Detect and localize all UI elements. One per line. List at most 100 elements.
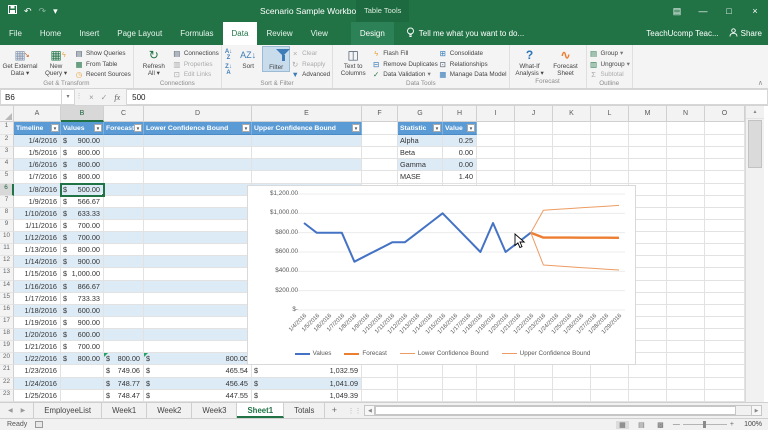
cell-D4[interactable] xyxy=(144,159,252,171)
cell-B17[interactable]: $900.00 xyxy=(61,317,104,329)
legend-item[interactable]: Values xyxy=(295,350,332,357)
sort-ascending-icon[interactable]: A↓Z xyxy=(225,49,232,61)
cell-E22[interactable]: $1,041.09 xyxy=(252,378,362,390)
add-sheet-button[interactable]: + xyxy=(325,403,343,418)
cell-O20[interactable] xyxy=(705,353,745,365)
cell-N15[interactable] xyxy=(667,293,705,305)
horizontal-scrollbar[interactable]: ⋮⋮ ◀ ▶ xyxy=(347,405,762,416)
cell-K1[interactable] xyxy=(553,122,591,135)
tab-insert[interactable]: Insert xyxy=(70,22,108,45)
vertical-scroll-thumb[interactable] xyxy=(748,120,762,168)
cell-N17[interactable] xyxy=(667,317,705,329)
cell-A5[interactable]: 1/7/2016 xyxy=(14,171,61,183)
relationships-button[interactable]: ⊡Relationships xyxy=(438,60,507,69)
cell-B19[interactable]: $700.00 xyxy=(61,341,104,353)
cell-A22[interactable]: 1/24/2016 xyxy=(14,378,61,390)
cell-E1[interactable]: Upper Confidence Bound▼ xyxy=(252,122,362,135)
cell-C10[interactable] xyxy=(104,232,144,244)
column-header-A[interactable]: A xyxy=(14,106,61,122)
connections-button[interactable]: ▤Connections xyxy=(172,49,219,58)
sheet-tab-totals[interactable]: Totals xyxy=(284,403,325,418)
text-to-columns-button[interactable]: ◫ Text toColumns xyxy=(335,46,371,77)
tell-me-box[interactable]: Tell me what you want to do... xyxy=(406,22,524,45)
cell-B13[interactable]: $1,000.00 xyxy=(61,268,104,280)
cell-L22[interactable] xyxy=(591,378,629,390)
zoom-level[interactable]: 100% xyxy=(740,421,762,428)
series-values[interactable] xyxy=(304,213,531,261)
filter-dropdown-icon[interactable]: ▼ xyxy=(467,124,475,132)
row-header-5[interactable]: 5 xyxy=(0,171,14,183)
filter-dropdown-icon[interactable]: ▼ xyxy=(433,124,441,132)
enter-icon[interactable]: ✓ xyxy=(101,93,108,102)
cell-G1[interactable]: Statistic▼ xyxy=(398,122,443,135)
filter-dropdown-icon[interactable]: ▼ xyxy=(51,124,59,132)
tab-review[interactable]: Review xyxy=(257,22,301,45)
row-header-6[interactable]: 6 xyxy=(0,184,14,196)
zoom-track[interactable] xyxy=(683,424,727,425)
cell-O12[interactable] xyxy=(705,256,745,268)
column-header-M[interactable]: M xyxy=(629,106,667,122)
sort-descending-icon[interactable]: Z↓A xyxy=(225,64,232,76)
cell-C15[interactable] xyxy=(104,293,144,305)
cell-H21[interactable] xyxy=(443,365,477,377)
cell-A6[interactable]: 1/8/2016 xyxy=(14,184,61,196)
share-button[interactable]: Share xyxy=(729,28,762,39)
tab-formulas[interactable]: Formulas xyxy=(171,22,222,45)
cell-M1[interactable] xyxy=(629,122,667,135)
select-all-corner[interactable] xyxy=(0,106,14,122)
cell-A23[interactable]: 1/25/2016 xyxy=(14,390,61,402)
cell-A14[interactable]: 1/16/2016 xyxy=(14,281,61,293)
cell-C2[interactable] xyxy=(104,135,144,147)
horizontal-scroll-thumb[interactable] xyxy=(375,406,736,415)
scroll-left-icon[interactable]: ◀ xyxy=(364,405,375,416)
cell-C18[interactable] xyxy=(104,329,144,341)
cell-K22[interactable] xyxy=(553,378,591,390)
cell-A7[interactable]: 1/9/2016 xyxy=(14,196,61,208)
cell-K21[interactable] xyxy=(553,365,591,377)
filter-dropdown-icon[interactable]: ▼ xyxy=(352,124,360,132)
row-header-17[interactable]: 17 xyxy=(0,317,14,329)
page-layout-view-icon[interactable]: ▤ xyxy=(635,421,648,429)
cell-I3[interactable] xyxy=(477,147,515,159)
cell-N5[interactable] xyxy=(667,171,705,183)
manage-data-model-button[interactable]: ▦Manage Data Model xyxy=(438,70,507,79)
cell-I21[interactable] xyxy=(477,365,515,377)
cell-G5[interactable]: MASE xyxy=(398,171,443,183)
cell-E2[interactable] xyxy=(252,135,362,147)
vertical-scrollbar[interactable]: ▲ xyxy=(745,106,764,402)
row-header-22[interactable]: 22 xyxy=(0,378,14,390)
row-header-21[interactable]: 21 xyxy=(0,365,14,377)
recent-sources-button[interactable]: ◷Recent Sources xyxy=(74,70,131,79)
cell-K23[interactable] xyxy=(553,390,591,402)
cell-J23[interactable] xyxy=(515,390,553,402)
cell-J21[interactable] xyxy=(515,365,553,377)
cell-F21[interactable] xyxy=(362,365,398,377)
cell-B8[interactable]: $633.33 xyxy=(61,208,104,220)
minimize-icon[interactable]: — xyxy=(690,0,716,22)
cell-I22[interactable] xyxy=(477,378,515,390)
cell-L21[interactable] xyxy=(591,365,629,377)
cell-K3[interactable] xyxy=(553,147,591,159)
save-icon[interactable] xyxy=(8,0,17,22)
column-header-K[interactable]: K xyxy=(553,106,591,122)
cell-A8[interactable]: 1/10/2016 xyxy=(14,208,61,220)
cell-B14[interactable]: $866.67 xyxy=(61,281,104,293)
cell-D12[interactable] xyxy=(144,256,252,268)
cell-J5[interactable] xyxy=(515,171,553,183)
cell-B1[interactable]: Values▼ xyxy=(61,122,104,135)
cell-D3[interactable] xyxy=(144,147,252,159)
cell-D6[interactable] xyxy=(144,184,252,196)
cell-N20[interactable] xyxy=(667,353,705,365)
cell-C8[interactable] xyxy=(104,208,144,220)
row-header-8[interactable]: 8 xyxy=(0,208,14,220)
clear-button[interactable]: ×Clear xyxy=(290,49,330,58)
cell-O1[interactable] xyxy=(705,122,745,135)
row-header-11[interactable]: 11 xyxy=(0,244,14,256)
cell-E23[interactable]: $1,049.39 xyxy=(252,390,362,402)
cell-A17[interactable]: 1/19/2016 xyxy=(14,317,61,329)
cell-B12[interactable]: $900.00 xyxy=(61,256,104,268)
flash-fill-button[interactable]: ϟFlash Fill xyxy=(371,49,438,58)
row-header-9[interactable]: 9 xyxy=(0,220,14,232)
row-header-20[interactable]: 20 xyxy=(0,353,14,365)
cell-O16[interactable] xyxy=(705,305,745,317)
